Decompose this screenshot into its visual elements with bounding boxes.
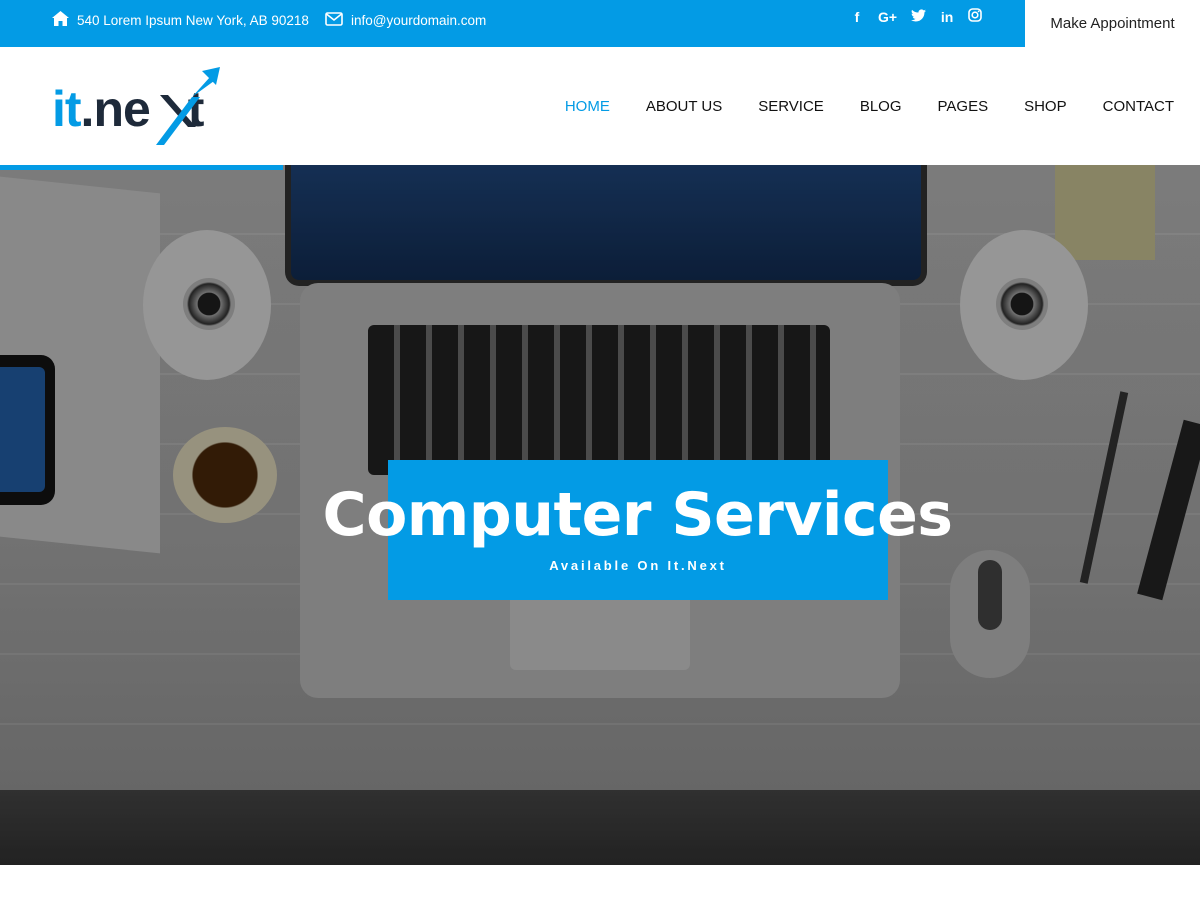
facebook-icon[interactable]: f: [850, 9, 864, 25]
email-contact[interactable]: info@yourdomain.com: [325, 0, 486, 40]
twitter-icon[interactable]: [911, 8, 927, 25]
nav-contact[interactable]: CONTACT: [1085, 98, 1174, 115]
main-navigation: HOME ABOUT US SERVICE BLOG PAGES SHOP CO…: [547, 47, 1174, 165]
hero-title: Computer Services: [322, 480, 953, 550]
instagram-icon[interactable]: [968, 8, 982, 25]
address-text: 540 Lorem Ipsum New York, AB 90218: [77, 12, 309, 28]
hero-banner: Computer Services Available On It.Next: [0, 165, 1200, 865]
nav-service[interactable]: SERVICE: [740, 98, 842, 115]
logo-x-arrow-icon: [156, 67, 220, 145]
top-bar: 540 Lorem Ipsum New York, AB 90218 info@…: [0, 0, 1025, 47]
home-icon: [52, 11, 69, 29]
site-logo[interactable]: it.ne t: [52, 65, 252, 149]
email-text[interactable]: info@yourdomain.com: [351, 13, 486, 28]
hero-subtitle: Available On It.Next: [549, 558, 727, 573]
header-accent-bar: [0, 165, 283, 170]
google-plus-icon[interactable]: G+: [878, 9, 897, 25]
nav-blog[interactable]: BLOG: [842, 98, 920, 115]
make-appointment-button[interactable]: Make Appointment: [1025, 0, 1200, 47]
nav-home[interactable]: HOME: [547, 98, 628, 115]
nav-about-us[interactable]: ABOUT US: [628, 98, 740, 115]
nav-pages[interactable]: PAGES: [920, 98, 1007, 115]
envelope-icon: [325, 11, 343, 29]
main-header: it.ne t HOME ABOUT US SERVICE BLOG PAGES …: [0, 47, 1200, 165]
linkedin-icon[interactable]: in: [940, 9, 954, 25]
address-contact: 540 Lorem Ipsum New York, AB 90218: [52, 0, 309, 40]
nav-shop[interactable]: SHOP: [1006, 98, 1085, 115]
social-links: f G+ in: [850, 8, 982, 25]
